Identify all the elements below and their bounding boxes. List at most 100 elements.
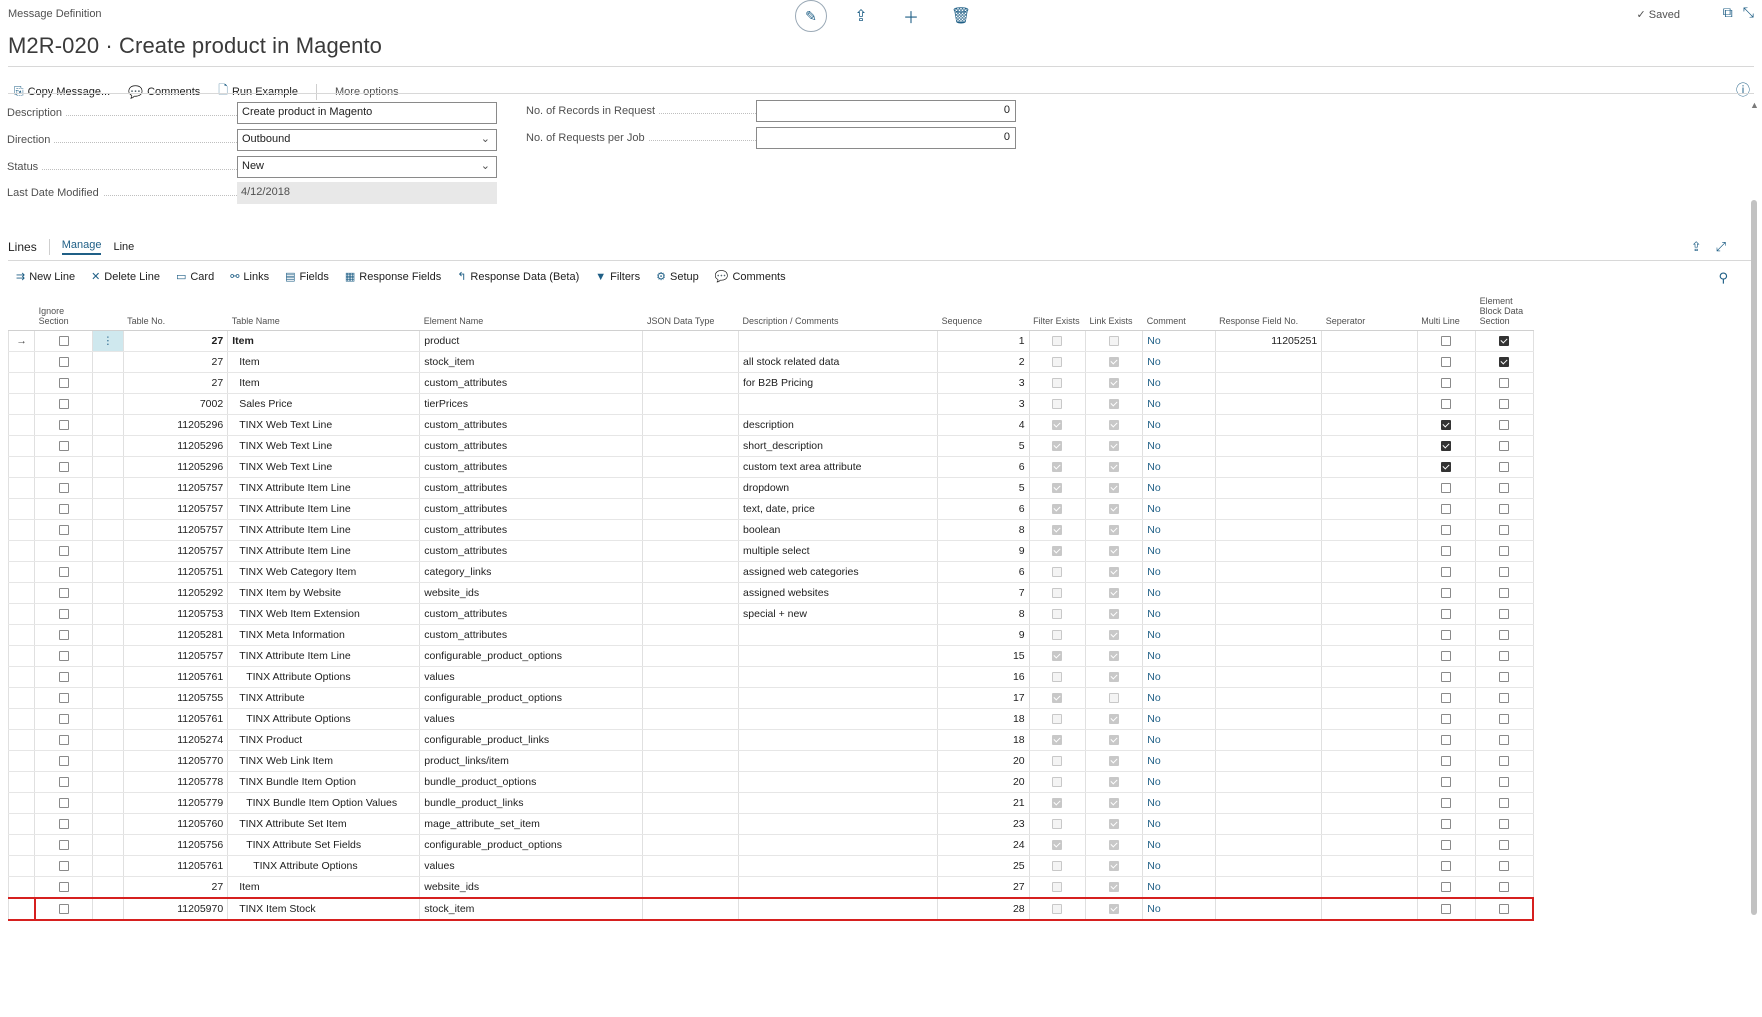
separator-cell[interactable] <box>1321 351 1418 373</box>
table-no-cell[interactable]: 7002 <box>123 393 229 415</box>
separator-cell[interactable] <box>1321 372 1418 394</box>
element-block-checkbox[interactable] <box>1499 420 1510 431</box>
separator-cell[interactable] <box>1321 561 1418 583</box>
description-cell[interactable]: all stock related data <box>738 351 939 373</box>
table-no-cell[interactable]: 11205296 <box>123 414 229 436</box>
ignore-section-checkbox[interactable] <box>58 882 69 893</box>
column-response-field-no[interactable]: Response Field No. <box>1215 294 1322 331</box>
element-block-checkbox[interactable] <box>1499 756 1510 767</box>
table-row[interactable]: 11205761 TINX Attribute Options values 25 No <box>7 855 1534 877</box>
separator-cell[interactable] <box>1321 456 1418 478</box>
row-menu-cell[interactable] <box>92 897 124 921</box>
row-menu-cell[interactable] <box>92 708 124 730</box>
comment-cell[interactable]: No <box>1142 771 1216 793</box>
table-row[interactable]: 27 Item stock_item all stock related data 2 N… <box>7 351 1534 373</box>
multi-line-checkbox[interactable] <box>1441 483 1452 494</box>
row-menu-cell[interactable] <box>92 729 124 751</box>
records-in-request-input[interactable]: 0 <box>756 100 1016 122</box>
scrollbar[interactable]: ▲ <box>1750 100 1759 915</box>
table-name-cell[interactable]: TINX Attribute Item Line <box>227 519 421 541</box>
ignore-section-checkbox[interactable] <box>58 861 69 872</box>
sequence-cell[interactable]: 1 <box>937 330 1030 352</box>
element-name-cell[interactable]: custom_attributes <box>419 435 644 457</box>
element-name-cell[interactable]: tierPrices <box>419 393 644 415</box>
element-name-cell[interactable]: custom_attributes <box>419 624 644 646</box>
row-menu-cell[interactable]: ⋮ <box>92 330 124 352</box>
multi-line-checkbox[interactable] <box>1441 336 1452 347</box>
response-field-no-cell[interactable] <box>1215 666 1323 688</box>
response-field-no-cell[interactable]: 11205251 <box>1215 330 1323 352</box>
ignore-section-checkbox[interactable] <box>58 525 69 536</box>
description-cell[interactable] <box>738 855 939 877</box>
comment-cell[interactable]: No <box>1142 561 1216 583</box>
column-json-data-type[interactable]: JSON Data Type <box>642 294 739 331</box>
card-button[interactable]: ▭ Card <box>176 270 214 284</box>
table-name-cell[interactable]: TINX Attribute Set Fields <box>227 834 421 856</box>
table-no-cell[interactable]: 11205751 <box>123 561 229 583</box>
table-name-cell[interactable]: Item <box>227 372 421 394</box>
separator-cell[interactable] <box>1321 540 1418 562</box>
json-data-type-cell[interactable] <box>642 372 740 394</box>
comment-cell[interactable]: No <box>1142 603 1216 625</box>
column-filter-exists[interactable]: Filter Exists <box>1029 294 1086 331</box>
collapse-icon[interactable]: ⤡ <box>1743 4 1754 21</box>
ignore-section-checkbox[interactable] <box>58 693 69 704</box>
multi-line-checkbox[interactable] <box>1441 904 1452 915</box>
response-field-no-cell[interactable] <box>1215 372 1323 394</box>
json-data-type-cell[interactable] <box>642 687 740 709</box>
comment-cell[interactable]: No <box>1142 750 1216 772</box>
json-data-type-cell[interactable] <box>642 855 740 877</box>
comment-cell[interactable]: No <box>1142 897 1216 921</box>
table-row[interactable]: 11205757 TINX Attribute Item Line custom_a… <box>7 498 1534 520</box>
table-row[interactable]: 11205761 TINX Attribute Options values 18 No <box>7 708 1534 730</box>
json-data-type-cell[interactable] <box>642 603 740 625</box>
table-row[interactable]: 27 Item custom_attributes for B2B Pricing 3 N… <box>7 372 1534 394</box>
element-block-checkbox[interactable] <box>1499 609 1510 620</box>
run-example-button[interactable]: 🗋 Run Example <box>218 81 298 102</box>
new-line-button[interactable]: ⇉ New Line <box>16 270 75 284</box>
sequence-cell[interactable]: 20 <box>937 750 1030 772</box>
ignore-section-checkbox[interactable] <box>58 567 69 578</box>
sequence-cell[interactable]: 7 <box>937 582 1030 604</box>
table-name-cell[interactable]: TINX Item Stock <box>227 897 421 921</box>
description-cell[interactable]: boolean <box>738 519 939 541</box>
sequence-cell[interactable]: 15 <box>937 645 1030 667</box>
response-field-no-cell[interactable] <box>1215 351 1323 373</box>
description-cell[interactable] <box>738 729 939 751</box>
comment-cell[interactable]: No <box>1142 393 1216 415</box>
element-name-cell[interactable]: custom_attributes <box>419 477 644 499</box>
description-input[interactable]: Create product in Magento <box>237 102 497 124</box>
element-name-cell[interactable]: custom_attributes <box>419 498 644 520</box>
comment-cell[interactable]: No <box>1142 456 1216 478</box>
ignore-section-checkbox[interactable] <box>58 483 69 494</box>
table-row[interactable]: 11205296 TINX Web Text Line custom_attribu… <box>7 456 1534 478</box>
table-no-cell[interactable]: 11205761 <box>123 708 229 730</box>
row-menu-cell[interactable] <box>92 792 124 814</box>
ignore-section-checkbox[interactable] <box>58 840 69 851</box>
scroll-thumb[interactable] <box>1751 200 1757 915</box>
multi-line-checkbox[interactable] <box>1441 798 1452 809</box>
table-name-cell[interactable]: Item <box>227 351 421 373</box>
table-no-cell[interactable]: 11205770 <box>123 750 229 772</box>
table-no-cell[interactable]: 11205292 <box>123 582 229 604</box>
description-cell[interactable] <box>738 687 939 709</box>
multi-line-checkbox[interactable] <box>1441 357 1452 368</box>
sequence-cell[interactable]: 21 <box>937 792 1030 814</box>
element-block-checkbox[interactable] <box>1499 399 1510 410</box>
table-name-cell[interactable]: TINX Bundle Item Option Values <box>227 792 421 814</box>
delete-icon[interactable]: 🗑 <box>945 1 977 31</box>
description-cell[interactable] <box>738 771 939 793</box>
column-comment[interactable]: Comment <box>1142 294 1216 331</box>
json-data-type-cell[interactable] <box>642 351 740 373</box>
table-no-cell[interactable]: 11205757 <box>123 519 229 541</box>
multi-line-checkbox[interactable] <box>1441 378 1452 389</box>
table-name-cell[interactable]: Item <box>227 330 421 352</box>
element-name-cell[interactable]: configurable_product_options <box>419 687 644 709</box>
table-row[interactable]: 11205755 TINX Attribute configurable_produ… <box>7 687 1534 709</box>
separator-cell[interactable] <box>1321 477 1418 499</box>
table-no-cell[interactable]: 27 <box>123 330 229 352</box>
table-row[interactable]: 11205274 TINX Product configurable_product… <box>7 729 1534 751</box>
scroll-up-icon[interactable]: ▲ <box>1750 100 1759 110</box>
sequence-cell[interactable]: 28 <box>937 897 1030 921</box>
table-no-cell[interactable]: 11205755 <box>123 687 229 709</box>
